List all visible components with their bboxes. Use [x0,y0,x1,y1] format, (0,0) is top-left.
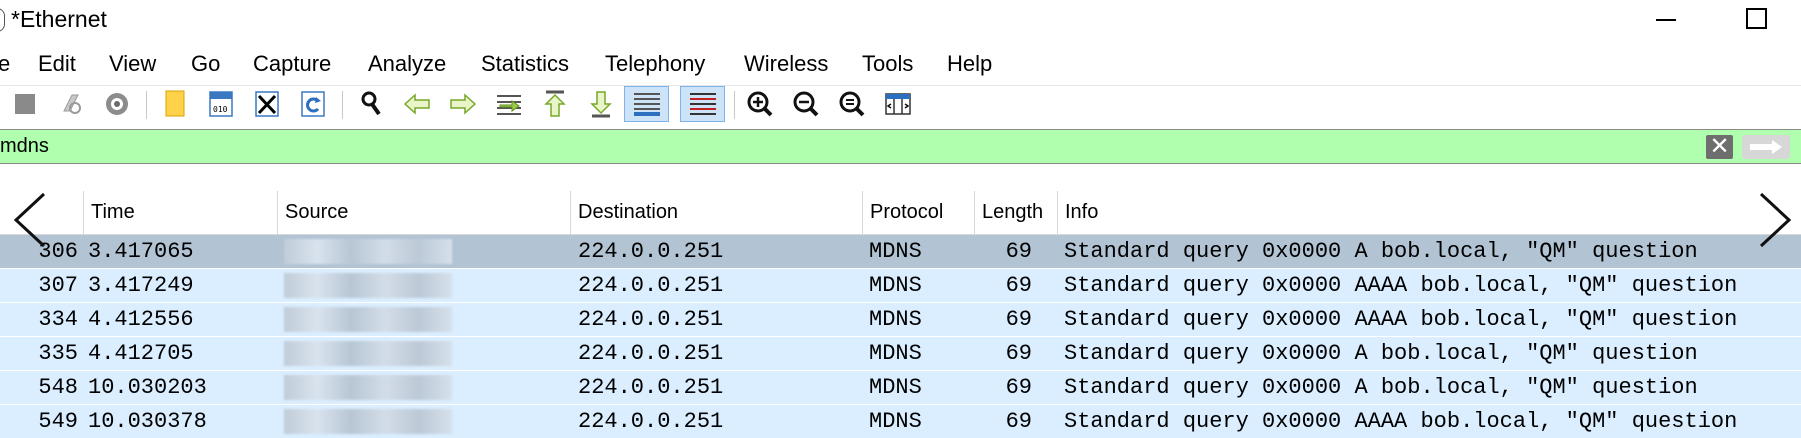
packet-number: 548 [38,375,78,400]
packet-number: 307 [38,273,78,298]
first-packet-icon[interactable] [536,86,574,122]
menu-help[interactable]: Help [947,51,992,77]
title-bar: *Ethernet [0,0,1801,38]
go-back-icon[interactable] [398,86,436,122]
packet-info: Standard query 0x0000 A bob.local, "QM" … [1064,375,1698,400]
window-title: *Ethernet [11,6,107,32]
packet-info: Standard query 0x0000 AAAA bob.local, "Q… [1064,409,1738,434]
zoom-out-icon[interactable] [787,86,825,122]
packet-length: 69 [1005,409,1032,434]
stop-capture-icon[interactable] [6,86,44,122]
packet-destination: 224.0.0.251 [578,375,724,400]
packet-row[interactable]: 549 10.030378 224.0.0.251 MDNS 69 Standa… [0,405,1801,438]
packet-source-redacted [284,409,452,434]
packet-length: 69 [1005,239,1032,264]
column-time[interactable]: Time [83,191,277,234]
packet-list-header: Time Source Destination Protocol Length … [0,191,1801,235]
colorize-icon[interactable] [680,86,725,122]
find-packet-icon[interactable] [352,86,390,122]
packet-row[interactable]: 334 4.412556 224.0.0.251 MDNS 69 Standar… [0,303,1801,336]
menu-file[interactable]: e [0,51,10,77]
packet-length: 69 [1005,273,1032,298]
packet-time: 10.030378 [88,409,207,434]
resize-columns-icon[interactable] [879,86,917,122]
menu-edit[interactable]: Edit [38,51,76,77]
packet-protocol: MDNS [869,409,922,434]
packet-destination: 224.0.0.251 [578,409,724,434]
packet-source-redacted [284,239,452,264]
column-protocol[interactable]: Protocol [862,191,974,234]
open-file-icon[interactable] [156,86,194,122]
menu-wireless[interactable]: Wireless [744,51,828,77]
packet-length: 69 [1005,341,1032,366]
menu-bar: e Edit View Go Capture Analyze Statistic… [0,40,1801,80]
menu-capture[interactable]: Capture [253,51,331,77]
packet-length: 69 [1005,307,1032,332]
packet-time: 3.417249 [88,273,194,298]
clear-filter-icon[interactable]: ✕ [1706,135,1733,159]
svg-text:010: 010 [213,105,228,114]
packet-protocol: MDNS [869,375,922,400]
minimize-icon[interactable] [1656,19,1676,21]
go-forward-icon[interactable] [444,86,482,122]
packet-row[interactable]: 306 3.417065 224.0.0.251 MDNS 69 Standar… [0,235,1801,268]
menu-tools[interactable]: Tools [862,51,913,77]
packet-source-redacted [284,307,452,332]
packet-time: 10.030203 [88,375,207,400]
display-filter-bar: ✕ [0,129,1801,164]
close-file-icon[interactable] [248,86,286,122]
menu-analyze[interactable]: Analyze [368,51,446,77]
packet-row[interactable]: 335 4.412705 224.0.0.251 MDNS 69 Standar… [0,337,1801,370]
app-icon [0,8,5,32]
menu-statistics[interactable]: Statistics [481,51,569,77]
menu-telephony[interactable]: Telephony [605,51,705,77]
packet-protocol: MDNS [869,273,922,298]
capture-options-icon[interactable] [98,86,136,122]
packet-length: 69 [1005,375,1032,400]
packet-time: 3.417065 [88,239,194,264]
packet-number: 549 [38,409,78,434]
packet-destination: 224.0.0.251 [578,273,724,298]
normal-size-icon[interactable] [833,86,871,122]
packet-source-redacted [284,273,452,298]
packet-number: 335 [38,341,78,366]
reload-file-icon[interactable] [294,86,332,122]
display-filter-input[interactable] [0,130,1700,163]
packet-info: Standard query 0x0000 A bob.local, "QM" … [1064,239,1698,264]
packet-number: 334 [38,307,78,332]
packet-destination: 224.0.0.251 [578,307,724,332]
restart-capture-icon[interactable] [52,86,90,122]
packet-info: Standard query 0x0000 AAAA bob.local, "Q… [1064,273,1738,298]
packet-row[interactable]: 548 10.030203 224.0.0.251 MDNS 69 Standa… [0,371,1801,404]
zoom-in-icon[interactable] [741,86,779,122]
auto-scroll-icon[interactable] [624,86,669,122]
maximize-icon[interactable] [1746,8,1767,29]
previous-arrow-icon[interactable] [8,190,48,250]
packet-destination: 224.0.0.251 [578,239,724,264]
packet-protocol: MDNS [869,239,922,264]
save-file-icon[interactable]: 010 [202,86,240,122]
menu-view[interactable]: View [109,51,156,77]
packet-destination: 224.0.0.251 [578,341,724,366]
column-length[interactable]: Length [974,191,1057,234]
packet-protocol: MDNS [869,341,922,366]
packet-info: Standard query 0x0000 A bob.local, "QM" … [1064,341,1698,366]
next-arrow-icon[interactable] [1757,190,1797,250]
main-toolbar: 010 [0,85,1801,123]
packet-info: Standard query 0x0000 AAAA bob.local, "Q… [1064,307,1738,332]
apply-filter-icon[interactable] [1742,135,1790,159]
packet-time: 4.412556 [88,307,194,332]
packet-protocol: MDNS [869,307,922,332]
column-source[interactable]: Source [277,191,570,234]
packet-row[interactable]: 307 3.417249 224.0.0.251 MDNS 69 Standar… [0,269,1801,302]
column-destination[interactable]: Destination [570,191,862,234]
column-info[interactable]: Info [1057,191,1801,234]
packet-time: 4.412705 [88,341,194,366]
go-to-packet-icon[interactable] [490,86,528,122]
menu-go[interactable]: Go [191,51,220,77]
packet-source-redacted [284,375,452,400]
last-packet-icon[interactable] [582,86,620,122]
packet-source-redacted [284,341,452,366]
